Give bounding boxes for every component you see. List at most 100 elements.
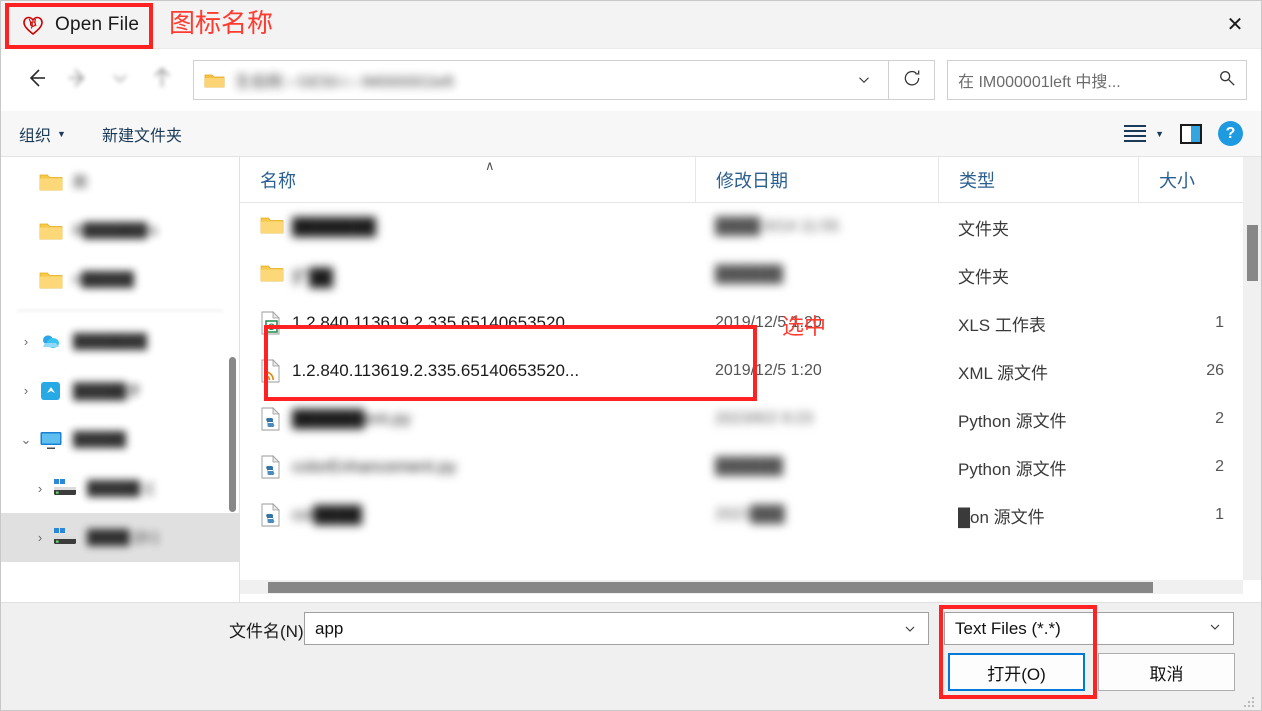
sidebar-item-label: ███████ <box>73 333 148 350</box>
svg-text:S: S <box>268 322 274 332</box>
view-options-button[interactable]: ▼ <box>1124 125 1164 142</box>
column-header-date[interactable]: 修改日期 <box>695 157 938 202</box>
chevron-down-icon: ▼ <box>57 128 66 139</box>
table-row[interactable]: colorEnhancement.py ██████ Python 源文件 2 <box>240 443 1261 491</box>
chevron-down-icon[interactable]: ⌄ <box>13 432 39 448</box>
resize-grip[interactable] <box>1244 694 1256 707</box>
refresh-button[interactable] <box>889 60 935 100</box>
cancel-label: 取消 <box>1149 664 1184 684</box>
file-name: ███████ <box>292 217 377 236</box>
annotation-icon-name: 图标名称 <box>169 9 274 39</box>
table-row[interactable]: 扩██ ██████ 文件夹 <box>240 251 1261 299</box>
open-button[interactable]: 打开(O) <box>948 653 1085 691</box>
sidebar-item[interactable]: B██████is <box>1 206 239 255</box>
file-name: colorEnhancement.py <box>292 457 457 476</box>
cell-type: Python 源文件 <box>938 395 1138 443</box>
column-header-type[interactable]: 类型 <box>938 157 1138 202</box>
list-view-icon <box>1124 125 1147 142</box>
help-label: ? <box>1225 124 1236 142</box>
file-size: 1 <box>1215 506 1224 523</box>
help-icon[interactable]: ? <box>1218 121 1243 146</box>
file-name: 扩██ <box>292 267 334 287</box>
sidebar-item[interactable]: › █████步 <box>1 366 239 415</box>
address-bar[interactable]: 生伯刚 › GE50-i › IM000001left <box>193 60 889 100</box>
filter-value: Text Files (*.*) <box>955 618 1061 638</box>
up-button[interactable] <box>141 60 183 100</box>
cell-date: 2023███ <box>695 491 938 539</box>
column-label: 名称 <box>260 170 296 191</box>
file-type: █on 源文件 <box>958 507 1045 527</box>
sidebar-item-label: 款 <box>73 174 89 191</box>
cell-size <box>1138 203 1238 251</box>
scrollbar-thumb[interactable] <box>1247 225 1258 281</box>
column-header-name[interactable]: 名称 <box>240 157 695 202</box>
sidebar-item-label: ████ (D:) <box>87 529 159 546</box>
cancel-button[interactable]: 取消 <box>1098 653 1235 691</box>
close-button[interactable]: ✕ <box>1209 1 1261 47</box>
refresh-icon <box>902 68 922 93</box>
cell-type: Python 源文件 <box>938 443 1138 491</box>
new-folder-button[interactable]: 新建文件夹 <box>102 122 182 146</box>
cell-date: 2019/12/5 1:20 <box>695 347 938 395</box>
cell-size: 2 <box>1138 443 1238 491</box>
organize-button[interactable]: 组织 ▼ <box>19 122 66 146</box>
table-row[interactable]: S 1.2.840.113619.2.335.65140653520... 2019… <box>240 299 1261 347</box>
sidebar-item[interactable]: › ████ (D:) <box>1 513 239 562</box>
table-row[interactable]: ██████ent.py 2023/6/2 9:23 Python 源文件 2 <box>240 395 1261 443</box>
chevron-right-icon[interactable]: › <box>27 481 53 496</box>
sidebar-item-label: █████步 <box>73 383 142 400</box>
chevron-down-icon[interactable] <box>902 621 918 640</box>
column-header-size[interactable]: 大小 <box>1138 157 1238 202</box>
forward-button[interactable] <box>57 60 99 100</box>
cell-size <box>1138 251 1238 299</box>
chevron-down-icon <box>1207 619 1223 638</box>
cell-name: ██████ent.py <box>240 395 695 443</box>
python-icon <box>260 407 282 431</box>
search-box[interactable]: 在 IM000001left 中搜... <box>947 60 1247 100</box>
recent-locations-button[interactable] <box>99 60 141 100</box>
chevron-right-icon[interactable]: › <box>13 383 39 398</box>
file-date: ██████ <box>715 266 784 283</box>
folder-icon <box>39 170 65 194</box>
filelist-vertical-scrollbar[interactable] <box>1243 157 1261 580</box>
monitor-icon <box>39 428 65 452</box>
file-rows: ███████ ████ 6/14 11:55 文件夹 扩██ ██████ 文件夹 S 1.… <box>240 203 1261 539</box>
table-row[interactable]: col████ 2023███ █on 源文件 1 <box>240 491 1261 539</box>
filename-field[interactable] <box>304 612 929 645</box>
file-size: 2 <box>1215 458 1224 475</box>
address-dropdown-button[interactable] <box>846 62 882 98</box>
python-icon <box>260 455 282 479</box>
cell-size: 2 <box>1138 395 1238 443</box>
cell-date: 2023/6/2 9:23 <box>695 395 938 443</box>
sidebar-item[interactable]: 款 <box>1 157 239 206</box>
sync-app-icon <box>39 379 65 403</box>
search-input[interactable]: 在 IM000001left 中搜... <box>958 68 1216 92</box>
sidebar-scrollbar[interactable] <box>229 357 236 512</box>
sidebar-item[interactable]: ⌄ █████ <box>1 415 239 464</box>
table-row[interactable]: 1.2.840.113619.2.335.65140653520... 2019/… <box>240 347 1261 395</box>
cell-size: 26 <box>1138 347 1238 395</box>
filelist-horizontal-scrollbar[interactable] <box>240 580 1243 594</box>
sidebar-item[interactable]: › █████ (( <box>1 464 239 513</box>
filename-input[interactable] <box>313 617 920 640</box>
scrollbar-thumb[interactable] <box>268 582 1153 593</box>
cell-name: 扩██ <box>240 251 695 299</box>
column-label: 修改日期 <box>716 170 788 191</box>
back-button[interactable] <box>15 60 57 100</box>
cell-name: S 1.2.840.113619.2.335.65140653520... <box>240 299 695 347</box>
chevron-right-icon[interactable]: › <box>13 334 39 349</box>
table-row[interactable]: ███████ ████ 6/14 11:55 文件夹 <box>240 203 1261 251</box>
sidebar-item[interactable]: › ███████ <box>1 317 239 366</box>
file-date: 2023███ <box>715 506 785 523</box>
folder-icon <box>204 72 225 89</box>
preview-pane-icon[interactable] <box>1180 123 1202 144</box>
arrow-left-icon <box>24 66 48 95</box>
search-icon <box>1216 69 1236 92</box>
sidebar-item[interactable]: n█████ <box>1 255 239 304</box>
file-type-filter[interactable]: Text Files (*.*) <box>944 612 1234 645</box>
title-group: Open File <box>1 1 139 48</box>
chevron-right-icon[interactable]: › <box>27 530 53 545</box>
heart-icon <box>21 13 45 37</box>
open-file-dialog: Open File ✕ 生伯刚 › GE50-i › IM000001left … <box>0 0 1262 711</box>
chevron-down-icon: ▼ <box>1155 128 1164 139</box>
